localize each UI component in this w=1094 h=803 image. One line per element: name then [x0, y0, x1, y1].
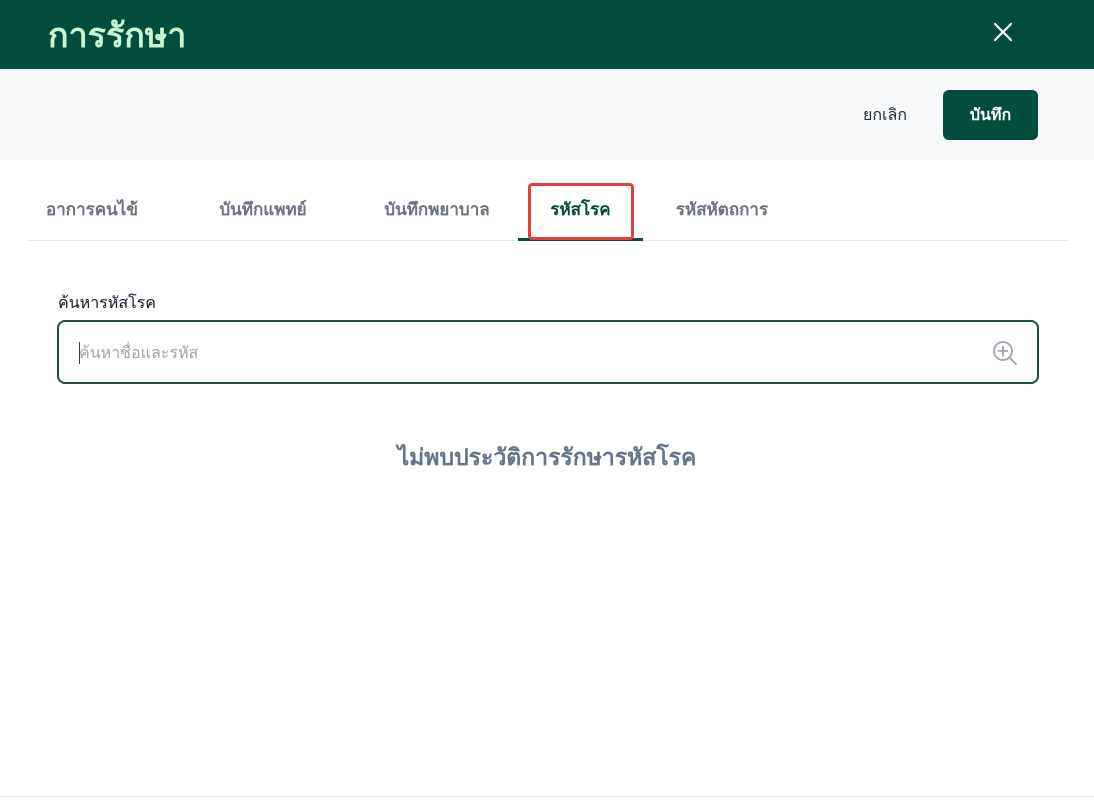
modal-header: การรักษา	[0, 0, 1094, 69]
tab-bar: อาการคนไข้ บันทึกแพทย์ บันทึกพยาบาล รหัส…	[28, 180, 1068, 241]
action-toolbar: ยกเลิก บันทึก	[0, 69, 1094, 160]
tab-diagnosis-code[interactable]: รหัสโรค	[518, 180, 643, 240]
text-caret	[79, 342, 80, 364]
close-button[interactable]	[988, 17, 1018, 47]
tab-nurse-notes[interactable]: บันทึกพยาบาล	[358, 180, 516, 240]
close-icon	[993, 22, 1013, 42]
modal-title: การรักษา	[48, 16, 187, 56]
save-button[interactable]: บันทึก	[943, 90, 1038, 140]
cancel-button[interactable]: ยกเลิก	[846, 90, 924, 140]
tab-procedure-code[interactable]: รหัสหัตถการ	[656, 180, 788, 240]
empty-state-message: ไม่พบประวัติการรักษารหัสโรค	[397, 445, 697, 471]
search-field[interactable]	[57, 320, 1039, 384]
search-label: ค้นหารหัสโรค	[58, 293, 156, 312]
tab-doctor-notes[interactable]: บันทึกแพทย์	[188, 180, 338, 240]
tab-patient-symptoms[interactable]: อาการคนไข้	[28, 180, 156, 240]
active-tab-indicator	[518, 238, 643, 241]
search-input[interactable]	[79, 332, 959, 372]
zoom-in-icon[interactable]	[991, 339, 1019, 367]
bottom-divider	[0, 796, 1094, 797]
